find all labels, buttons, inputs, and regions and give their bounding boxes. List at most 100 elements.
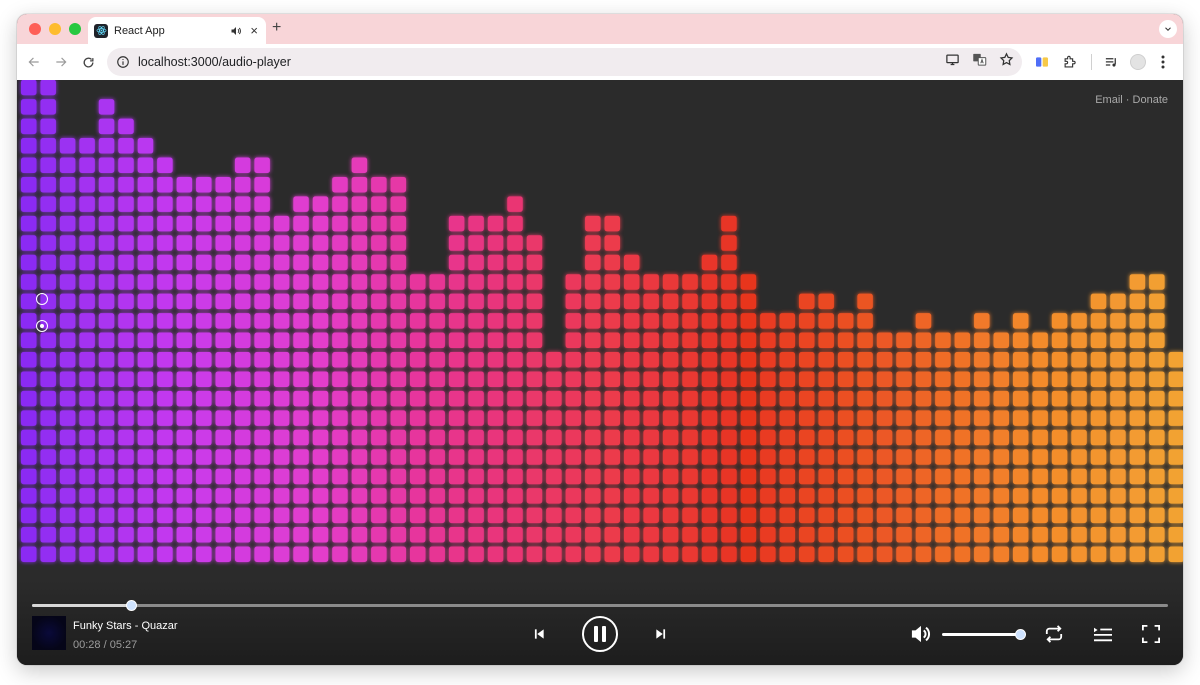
visualizer-cell [507,293,523,310]
tab-search-chevron-icon[interactable] [1159,20,1177,38]
header-links: Email · Donate [1095,94,1168,106]
volume-icon[interactable] [909,623,933,645]
pause-button[interactable] [582,616,618,652]
progress-thumb[interactable] [125,600,137,611]
visualizer-cell [487,546,504,562]
fullscreen-icon[interactable] [1140,623,1162,645]
visualizer-cell [1051,313,1068,329]
visualizer-cell [157,235,173,251]
visualizer-cell [1168,488,1183,504]
reload-icon[interactable] [79,53,97,71]
visualizer-cell [721,507,737,524]
tab-react-app[interactable]: React App × [88,17,266,44]
visualizer-cell [915,371,932,387]
translate-icon[interactable] [972,52,987,72]
visualizer-cell [546,527,562,543]
repeat-icon[interactable] [1042,623,1066,645]
forward-arrow-icon[interactable] [52,53,70,71]
visualizer-cell [79,254,95,271]
visualizer-cell [799,352,815,368]
visualizer-cell [40,507,56,524]
media-control-icon[interactable] [1104,53,1119,71]
progress-slider[interactable] [32,600,1168,611]
visualizer-cell [1129,313,1146,329]
volume-slider[interactable] [942,629,1026,640]
back-arrow-icon[interactable] [25,53,43,71]
playlist-icon[interactable] [1091,623,1115,645]
visualizer-cell [1149,293,1165,310]
visualizer-cell [546,468,562,485]
visualizer-cell [1149,429,1165,446]
new-tab-button[interactable]: + [272,19,281,37]
visualizer-cell [254,449,270,465]
visualizer-cell [604,371,620,387]
visualizer-cell [1071,507,1087,524]
url-text[interactable]: localhost:3000/audio-player [138,55,291,69]
email-link[interactable]: Email [1095,94,1123,106]
visualizer-cell [896,410,912,426]
visualizer-cell [137,313,154,329]
site-info-icon[interactable] [116,55,130,69]
visualizer-cell [273,313,290,329]
visualizer-cell [371,274,387,290]
visualizer-cell [1071,371,1087,387]
visualizer-cell [1110,449,1126,465]
visualizer-cell [137,235,154,251]
visualizer-cell [507,332,523,349]
visualizer-cell [21,293,37,310]
close-window-button[interactable] [29,23,41,35]
visualizer-cell [585,527,601,543]
visualizer-cell [1110,293,1126,310]
visualizer-cell [643,527,659,543]
visualizer-cell [1129,371,1146,387]
extension-icon[interactable] [1034,53,1050,71]
visualizer-mode-radio-1[interactable] [36,293,48,305]
visualizer-cell [234,352,251,368]
previous-track-icon[interactable] [529,624,549,644]
visualizer-cell [371,527,387,543]
visualizer-cell [448,429,465,446]
visualizer-cell [604,546,620,562]
visualizer-cell [526,313,543,329]
address-bar[interactable]: localhost:3000/audio-player [107,48,1022,76]
bookmark-star-icon[interactable] [999,52,1014,72]
profile-avatar-icon[interactable] [1130,53,1146,71]
visualizer-cell [157,332,173,349]
visualizer-cell [137,429,154,446]
visualizer-cell [1071,390,1087,407]
visualizer-cell [876,507,893,524]
visualizer-mode-radio-2[interactable] [36,320,48,332]
visualizer-cell [410,429,426,446]
tab-close-icon[interactable]: × [250,24,258,37]
visualizer-cell [876,488,893,504]
next-track-icon[interactable] [651,624,671,644]
visualizer-cell [332,429,348,446]
visualizer-cell [293,429,309,446]
cast-icon[interactable] [945,52,960,72]
visualizer-cell [118,410,134,426]
visualizer-cell [215,332,231,349]
visualizer-cell [643,449,659,465]
visualizer-cell [799,468,815,485]
extensions-puzzle-icon[interactable] [1062,53,1077,71]
minimize-window-button[interactable] [49,23,61,35]
visualizer-cell [351,390,368,407]
visualizer-cell [662,468,679,485]
visualizer-cell [701,274,718,290]
visualizer-cell [526,507,543,524]
tab-audio-icon[interactable] [230,25,242,37]
maximize-window-button[interactable] [69,23,81,35]
donate-link[interactable]: Donate [1133,94,1168,106]
visualizer-cell [40,235,56,251]
visualizer-cell [1051,371,1068,387]
visualizer-cell [779,527,796,543]
browser-menu-icon[interactable] [1161,53,1165,71]
visualizer-cell [857,293,873,310]
visualizer-cell [21,429,37,446]
visualizer-cell [410,488,426,504]
volume-thumb[interactable] [1015,629,1026,640]
album-cover [32,616,66,650]
visualizer-cell [157,449,173,465]
visualizer-cell [507,449,523,465]
visualizer-cell [293,274,309,290]
